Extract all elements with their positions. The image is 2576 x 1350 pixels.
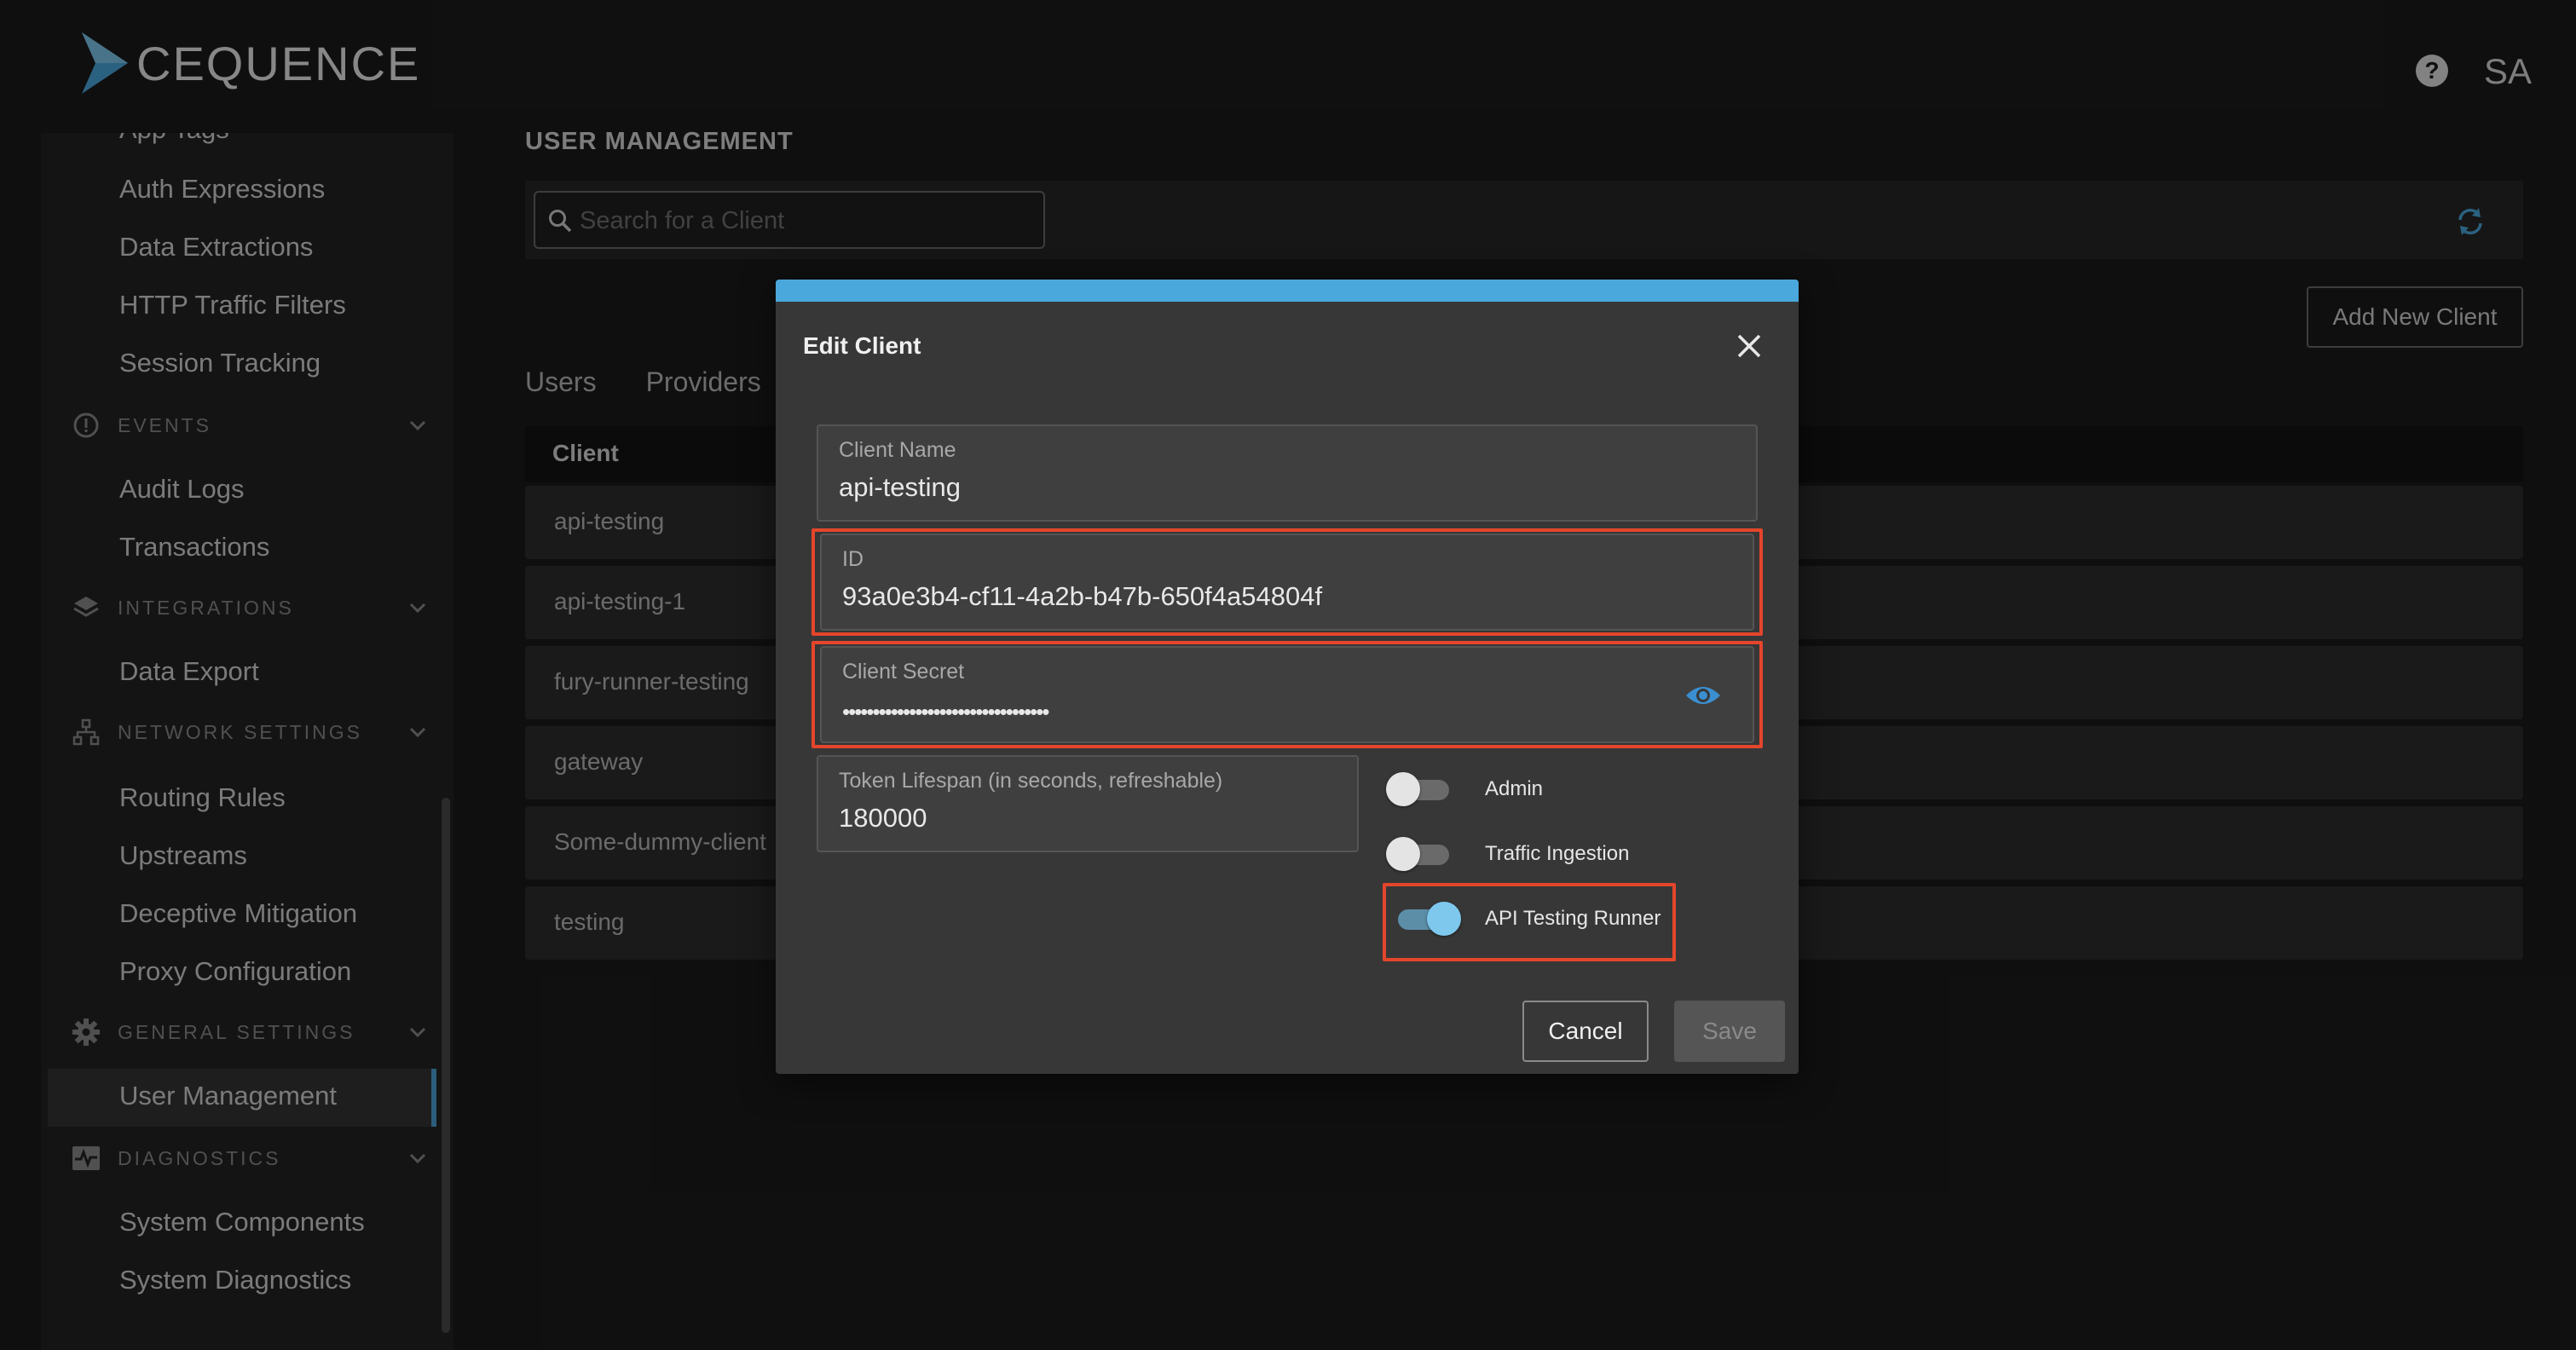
dialog-accent-bar — [776, 280, 1799, 302]
admin-toggle-label: Admin — [1485, 777, 1544, 800]
id-label: ID — [842, 547, 863, 571]
client-secret-label: Client Secret — [842, 660, 965, 684]
token-lifespan-label: Token Lifespan (in seconds, refreshable) — [839, 769, 1223, 793]
close-icon[interactable] — [1732, 329, 1766, 363]
traffic-ingestion-toggle[interactable] — [1386, 835, 1454, 873]
save-button[interactable]: Save — [1674, 1001, 1785, 1062]
client-secret-value: •••••••••••••••••••••••••••••••••• — [842, 699, 1049, 724]
api-testing-runner-toggle[interactable] — [1393, 900, 1461, 938]
cancel-button[interactable]: Cancel — [1522, 1001, 1649, 1062]
toggle-knob — [1427, 902, 1461, 936]
id-field[interactable]: ID 93a0e3b4-cf11-4a2b-b47b-650f4a54804f — [820, 534, 1754, 631]
token-lifespan-value: 180000 — [839, 803, 927, 833]
traffic-ingestion-toggle-label: Traffic Ingestion — [1485, 842, 1630, 865]
client-name-label: Client Name — [839, 438, 956, 462]
client-secret-field[interactable]: Client Secret ••••••••••••••••••••••••••… — [820, 646, 1754, 743]
client-name-value: api-testing — [839, 472, 962, 502]
eye-icon[interactable] — [1684, 677, 1722, 714]
token-lifespan-field[interactable]: Token Lifespan (in seconds, refreshable)… — [817, 755, 1359, 852]
dialog-title: Edit Client — [803, 332, 921, 359]
client-name-field[interactable]: Client Name api-testing — [817, 424, 1758, 522]
toggle-knob — [1386, 772, 1420, 806]
toggle-knob — [1386, 837, 1420, 871]
api-testing-runner-toggle-label: API Testing Runner — [1485, 907, 1661, 930]
admin-toggle[interactable] — [1386, 770, 1454, 808]
id-value: 93a0e3b4-cf11-4a2b-b47b-650f4a54804f — [842, 581, 1323, 611]
edit-client-dialog: Edit Client Client Name api-testing ID 9… — [776, 280, 1799, 1074]
